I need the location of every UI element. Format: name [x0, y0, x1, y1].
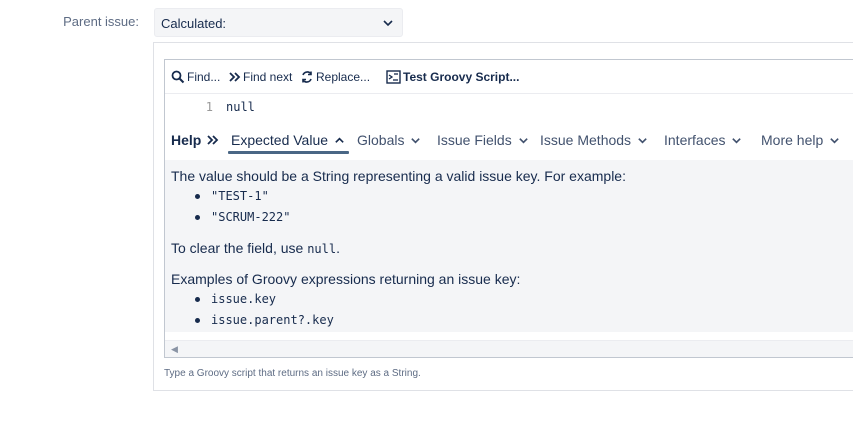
- find-next-label: Find next: [243, 70, 293, 84]
- tab-globals[interactable]: Globals: [357, 132, 421, 148]
- tab-more-help[interactable]: More help: [761, 132, 840, 148]
- list-item: "SCRUM-222": [171, 207, 290, 228]
- tab-interfaces[interactable]: Interfaces: [664, 132, 742, 148]
- replace-icon: [302, 71, 312, 83]
- double-chevron-right-icon: [229, 72, 241, 82]
- list-item: issue.key: [171, 289, 334, 310]
- example-list: "TEST-1" "SCRUM-222": [171, 186, 290, 228]
- horizontal-scrollbar[interactable]: ◀: [165, 340, 853, 357]
- double-chevron-right-icon: [207, 135, 219, 145]
- scroll-left-arrow-icon[interactable]: ◀: [171, 344, 178, 355]
- chevron-down-icon: [411, 137, 421, 144]
- replace-label: Replace...: [316, 70, 371, 84]
- chevron-down-icon: [732, 137, 742, 144]
- test-groovy-script-button[interactable]: Test Groovy Script...: [386, 70, 519, 84]
- list-item: issue.parent?.key: [171, 310, 334, 331]
- code-line[interactable]: 1 null: [165, 94, 853, 121]
- clear-field-text: To clear the field, use null.: [171, 240, 340, 256]
- field-hint-text: Type a Groovy script that returns an iss…: [164, 368, 421, 379]
- help-intro-text: The value should be a String representin…: [171, 168, 626, 184]
- help-toggle[interactable]: Help: [171, 132, 219, 148]
- find-next-button[interactable]: Find next: [229, 70, 292, 84]
- help-label: Help: [171, 132, 202, 148]
- tab-label: Expected Value: [231, 132, 329, 148]
- groovy-example-list: issue.key issue.parent?.key: [171, 289, 334, 331]
- null-code: null: [307, 242, 337, 256]
- find-label: Find...: [187, 70, 221, 84]
- test-groovy-script-label: Test Groovy Script...: [403, 70, 520, 84]
- replace-button[interactable]: Replace...: [300, 70, 370, 84]
- editor-toolbar: Find... Find next Replace... Test Groovy…: [165, 60, 853, 94]
- test-script-icon: [386, 70, 401, 84]
- select-value: Calculated:: [161, 16, 227, 31]
- chevron-down-icon: [830, 137, 840, 144]
- clear-suffix: .: [336, 240, 340, 256]
- chevron-down-icon: [638, 137, 647, 144]
- chevron-up-icon: [335, 136, 344, 143]
- tab-label: Issue Methods: [540, 132, 632, 148]
- groovy-intro-text: Examples of Groovy expressions returning…: [171, 271, 521, 287]
- tab-label: Interfaces: [664, 132, 726, 148]
- find-button[interactable]: Find...: [171, 70, 220, 84]
- active-tab-indicator: [228, 151, 349, 154]
- chevron-down-icon: [383, 20, 393, 27]
- help-content-panel: The value should be a String representin…: [165, 160, 853, 332]
- chevron-down-icon: [518, 137, 528, 144]
- list-item: "TEST-1": [171, 186, 290, 207]
- tab-label: More help: [761, 132, 824, 148]
- script-field-container: Find... Find next Replace... Test Groovy…: [153, 42, 853, 391]
- line-number: 1: [205, 100, 213, 114]
- help-tab-bar: Help Expected Value Globals Issue Fields: [165, 121, 853, 160]
- code-editor: Find... Find next Replace... Test Groovy…: [164, 59, 853, 358]
- tab-label: Globals: [357, 132, 405, 148]
- clear-prefix: To clear the field, use: [171, 240, 308, 256]
- tab-issue-fields[interactable]: Issue Fields: [437, 132, 529, 148]
- tab-expected-value[interactable]: Expected Value: [231, 132, 345, 148]
- tab-label: Issue Fields: [437, 132, 512, 148]
- search-icon: [171, 70, 185, 84]
- code-text[interactable]: null: [226, 94, 255, 120]
- parent-issue-label: Parent issue:: [63, 14, 139, 29]
- tab-issue-methods[interactable]: Issue Methods: [540, 132, 648, 148]
- calculation-mode-select[interactable]: Calculated:: [154, 8, 403, 37]
